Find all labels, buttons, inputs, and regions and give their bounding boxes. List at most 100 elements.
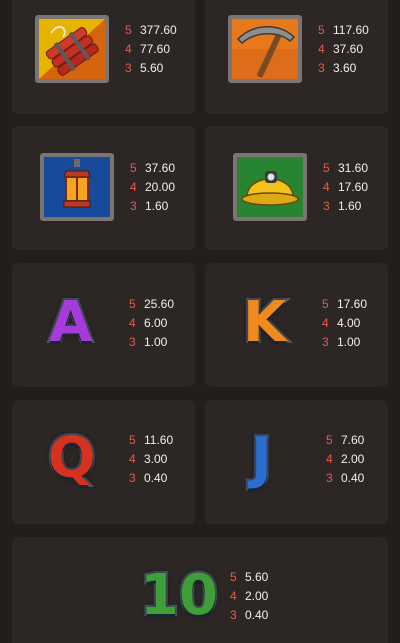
pay-row: 3 1.60: [323, 197, 393, 216]
pay-row: 4 37.60: [318, 40, 388, 59]
pay-count: 4: [230, 589, 237, 603]
pay-row: 5 25.60: [129, 295, 199, 314]
pay-count: 5: [326, 433, 333, 447]
pay-count: 4: [129, 452, 136, 466]
pay-row: 4 17.60: [323, 178, 393, 197]
pay-row: 3 1.00: [129, 333, 199, 352]
pay-value: 31.60: [338, 161, 369, 175]
pay-row: 4 4.00: [322, 314, 392, 333]
pay-list: 5 31.60 4 17.60 3 1.60: [323, 159, 393, 216]
pay-count: 4: [323, 180, 330, 194]
paytable-card-helmet: 5 31.60 4 17.60 3 1.60: [205, 126, 388, 250]
pay-count: 5: [322, 297, 329, 311]
pay-row: 5 377.60: [125, 21, 195, 40]
pay-count: 3: [318, 61, 325, 75]
pay-row: 5 11.60: [129, 431, 199, 450]
pay-count: 4: [130, 180, 137, 194]
pay-value: 6.00: [144, 316, 168, 330]
pay-value: 2.00: [245, 589, 269, 603]
paytable-card-k: K 5 17.60 4 4.00 3 1.00: [205, 263, 388, 387]
pay-value: 3.60: [333, 61, 357, 75]
lantern-icon: [40, 153, 114, 221]
pay-list: 5 17.60 4 4.00 3 1.00: [322, 295, 392, 352]
pay-row: 4 6.00: [129, 314, 199, 333]
pay-count: 4: [125, 42, 132, 56]
pay-row: 3 0.40: [129, 469, 199, 488]
pay-count: 4: [129, 316, 136, 330]
pay-count: 3: [230, 608, 237, 622]
pay-list: 5 377.60 4 77.60 3 5.60: [125, 21, 195, 78]
pay-row: 5 31.60: [323, 159, 393, 178]
pay-value: 37.60: [145, 161, 176, 175]
pay-value: 377.60: [140, 23, 177, 37]
pay-row: 5 117.60: [318, 21, 388, 40]
paytable-card-lantern: 5 37.60 4 20.00 3 1.60: [12, 126, 195, 250]
pay-value: 4.00: [337, 316, 361, 330]
pay-value: 77.60: [140, 42, 171, 56]
pay-value: 17.60: [338, 180, 369, 194]
pay-count: 5: [129, 297, 136, 311]
pay-list: 5 11.60 4 3.00 3 0.40: [129, 431, 199, 488]
letter-j-icon: J: [249, 424, 274, 493]
pay-count: 4: [318, 42, 325, 56]
pay-list: 5 7.60 4 2.00 3 0.40: [326, 431, 396, 488]
pay-list: 5 117.60 4 37.60 3 3.60: [318, 21, 388, 78]
pay-count: 3: [323, 199, 330, 213]
pay-count: 3: [322, 335, 329, 349]
pay-value: 0.40: [245, 608, 269, 622]
pay-count: 5: [230, 570, 237, 584]
pay-row: 4 20.00: [130, 178, 200, 197]
pay-count: 3: [129, 335, 136, 349]
paytable-card-ten: 10 5 5.60 4 2.00 3 0.40: [12, 537, 388, 643]
pay-value: 17.60: [337, 297, 368, 311]
pay-list: 5 37.60 4 20.00 3 1.60: [130, 159, 200, 216]
pay-row: 5 7.60: [326, 431, 396, 450]
pay-value: 20.00: [145, 180, 176, 194]
paytable-card-q: Q 5 11.60 4 3.00 3 0.40: [12, 400, 195, 524]
dynamite-icon: [35, 15, 109, 83]
pay-value: 7.60: [341, 433, 365, 447]
pay-count: 3: [326, 471, 333, 485]
pay-count: 5: [318, 23, 325, 37]
pay-value: 25.60: [144, 297, 175, 311]
pay-row: 3 0.40: [326, 469, 396, 488]
helmet-icon: [233, 153, 307, 221]
pay-value: 1.60: [338, 199, 362, 213]
pay-value: 2.00: [341, 452, 365, 466]
pay-value: 11.60: [144, 433, 174, 447]
letter-q-icon: Q: [46, 424, 98, 493]
pay-value: 0.40: [144, 471, 168, 485]
pay-list: 5 5.60 4 2.00 3 0.40: [230, 568, 300, 625]
pay-value: 3.00: [144, 452, 168, 466]
pay-row: 3 3.60: [318, 59, 388, 78]
paytable-card-pickaxe: 5 117.60 4 37.60 3 3.60: [205, 0, 388, 114]
pay-value: 1.00: [337, 335, 361, 349]
pay-value: 0.40: [341, 471, 365, 485]
pay-row: 5 17.60: [322, 295, 392, 314]
paytable-card-j: J 5 7.60 4 2.00 3 0.40: [205, 400, 388, 524]
pay-count: 4: [322, 316, 329, 330]
pay-value: 5.60: [140, 61, 164, 75]
pay-value: 5.60: [245, 570, 269, 584]
pay-value: 117.60: [333, 23, 369, 37]
pay-value: 37.60: [333, 42, 364, 56]
pay-row: 5 37.60: [130, 159, 200, 178]
pay-row: 4 2.00: [326, 450, 396, 469]
ten-icon: 10: [138, 561, 220, 630]
letter-k-icon: K: [241, 288, 288, 357]
pay-row: 4 3.00: [129, 450, 199, 469]
pay-count: 4: [326, 452, 333, 466]
pay-count: 5: [125, 23, 132, 37]
pay-count: 5: [323, 161, 330, 175]
paytable-card-a: A 5 25.60 4 6.00 3 1.00: [12, 263, 195, 387]
paytable-page: 5 377.60 4 77.60 3 5.60 5 117.60 4 37.60 3 3.6…: [0, 0, 400, 643]
pay-row: 3 5.60: [125, 59, 195, 78]
pay-count: 5: [129, 433, 136, 447]
paytable-card-dynamite: 5 377.60 4 77.60 3 5.60: [12, 0, 195, 114]
letter-a-icon: A: [47, 288, 94, 357]
pay-row: 3 1.60: [130, 197, 200, 216]
pay-count: 3: [129, 471, 136, 485]
pickaxe-icon: [228, 15, 302, 83]
pay-row: 5 5.60: [230, 568, 300, 587]
pay-count: 3: [125, 61, 132, 75]
